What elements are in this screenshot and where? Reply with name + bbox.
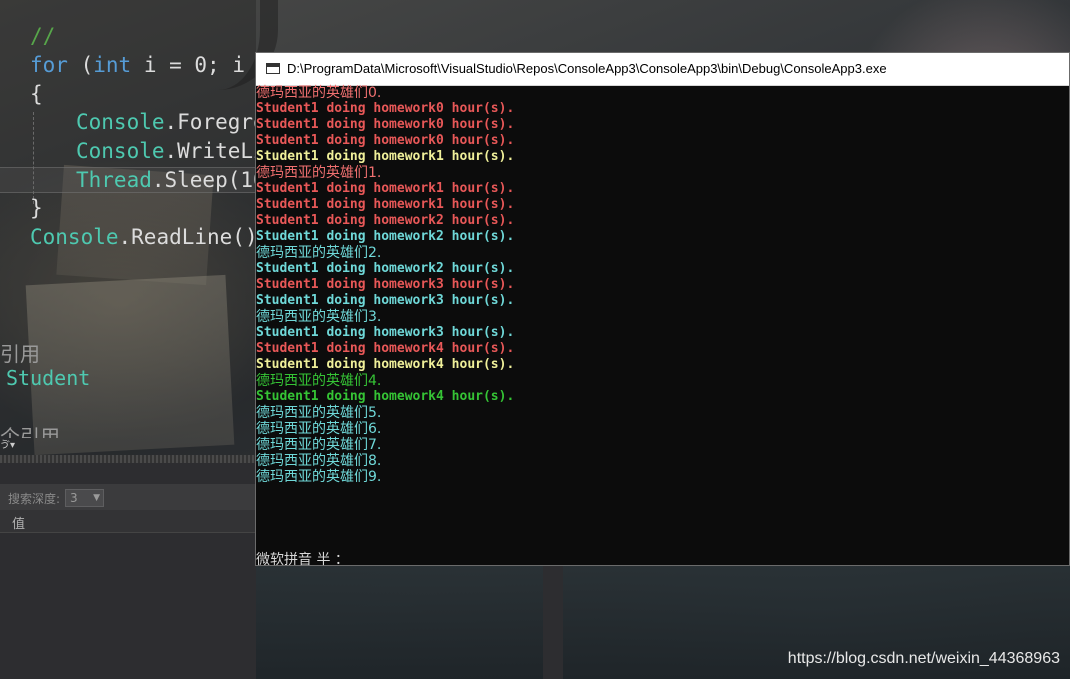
search-depth-label: 搜索深度:	[8, 492, 61, 506]
column-header-row	[0, 510, 256, 533]
type-console: Console	[30, 225, 119, 249]
console-output[interactable]: 德玛西亚的英雄们0. Student1 doing homework0 hour(…	[256, 85, 1069, 565]
code-close-brace: }	[30, 196, 43, 220]
member-call: .WriteLi	[164, 139, 266, 163]
panel-divider	[543, 565, 563, 679]
console-line-heroes: 德玛西亚的英雄们3.	[256, 309, 382, 325]
watermark-url: https://blog.csdn.net/weixin_44368963	[787, 650, 1060, 667]
console-line-heroes: 德玛西亚的英雄们6.	[256, 421, 382, 437]
console-app-icon	[266, 63, 280, 74]
code-open-brace: {	[30, 82, 43, 106]
console-line-homework: Student1 doing homework2 hour(s).	[256, 261, 515, 276]
type-thread: Thread	[76, 168, 152, 192]
console-line-heroes: 德玛西亚的英雄们1.	[256, 165, 382, 181]
search-depth-select[interactable]: 3 ▼	[65, 489, 104, 507]
console-line-heroes: 德玛西亚的英雄们4.	[256, 373, 382, 389]
console-line-homework: Student1 doing homework4 hour(s).	[256, 341, 515, 356]
panel-splitter[interactable]	[0, 455, 256, 463]
console-titlebar[interactable]: D:\ProgramData\Microsoft\VisualStudio\Re…	[256, 53, 1069, 86]
code-line-readline: Console.ReadLine();	[30, 225, 270, 249]
code-line-foreground: Console.Foregrou	[76, 110, 278, 134]
console-line-heroes: 德玛西亚的英雄们0.	[256, 85, 382, 101]
for-condition: i = 0; i <	[131, 53, 271, 77]
console-line-homework: Student1 doing homework0 hour(s).	[256, 117, 515, 132]
console-line-homework: Student1 doing homework3 hour(s).	[256, 277, 515, 292]
member-call: .Sleep(10	[151, 168, 266, 192]
console-line-homework: Student1 doing homework3 hour(s).	[256, 293, 515, 308]
indent-guide	[33, 112, 34, 204]
console-line-homework: Student1 doing homework4 hour(s).	[256, 389, 515, 404]
console-line-heroes: 德玛西亚的英雄们9.	[256, 469, 382, 485]
code-for-line: for (int i = 0; i <	[30, 53, 270, 77]
column-header-value[interactable]: 值	[12, 513, 25, 532]
member-call: .ReadLine();	[118, 225, 271, 249]
code-line-writeline: Console.WriteLi	[76, 139, 266, 163]
console-line-heroes: 德玛西亚的英雄们2.	[256, 245, 382, 261]
console-line-heroes: 德玛西亚的英雄们5.	[256, 405, 382, 421]
search-depth-value: 3	[70, 491, 78, 505]
codelens-references[interactable]: 引用	[0, 338, 40, 367]
console-line-homework: Student1 doing homework1 hour(s).	[256, 197, 515, 212]
console-line-homework: Student1 doing homework1 hour(s).	[256, 149, 515, 164]
console-title: D:\ProgramData\Microsoft\VisualStudio\Re…	[287, 61, 887, 76]
keyword-int: int	[93, 53, 132, 77]
type-console: Console	[76, 139, 165, 163]
console-line-homework: Student1 doing homework3 hour(s).	[256, 325, 515, 340]
console-line-homework: Student1 doing homework2 hour(s).	[256, 229, 515, 244]
console-line-heroes: 德玛西亚的英雄们7.	[256, 437, 382, 453]
dropdown-arrow-icon[interactable]: ゔ▾	[0, 436, 15, 451]
console-line-homework: Student1 doing homework1 hour(s).	[256, 181, 515, 196]
class-declaration: Student	[6, 366, 91, 390]
console-window[interactable]: D:\ProgramData\Microsoft\VisualStudio\Re…	[255, 52, 1070, 568]
code-line-sleep: Thread.Sleep(10	[76, 168, 266, 192]
console-line-heroes: 德玛西亚的英雄们8.	[256, 453, 382, 469]
code-comment: //	[30, 24, 56, 48]
paren-open: (	[80, 53, 94, 77]
ime-status: 微软拼音 半 ：	[256, 552, 349, 568]
console-line-homework: Student1 doing homework0 hour(s).	[256, 101, 515, 116]
console-line-homework: Student1 doing homework4 hour(s).	[256, 357, 515, 372]
keyword-for: for	[30, 53, 68, 77]
chevron-down-icon: ▼	[93, 493, 100, 503]
console-line-homework: Student1 doing homework0 hour(s).	[256, 133, 515, 148]
type-console: Console	[76, 110, 165, 134]
console-line-homework: Student1 doing homework2 hour(s).	[256, 213, 515, 228]
